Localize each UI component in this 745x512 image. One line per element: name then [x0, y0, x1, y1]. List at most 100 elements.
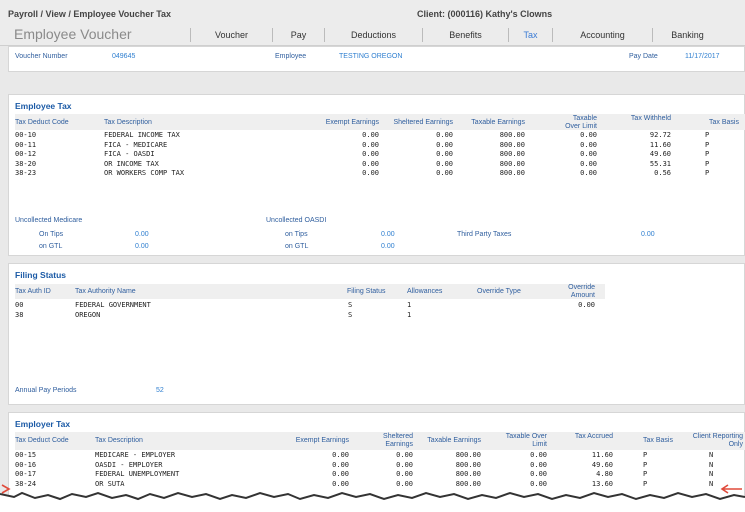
left-arrow-marker: [1, 484, 11, 494]
table-row-cell: 0.00: [580, 140, 597, 149]
col-tax-auth-id: Tax Auth ID: [15, 288, 51, 295]
table-row-cell: S: [348, 301, 353, 309]
tab-bar: Voucher Pay Deductions Benefits Tax Acco…: [190, 28, 722, 42]
medicare-on-gtl-value: 0.00: [135, 243, 149, 250]
table-row-cell: 00-12: [15, 150, 37, 158]
col-tax-basis: Tax Basis: [643, 437, 673, 444]
medicare-on-gtl-label: on GTL: [39, 243, 63, 250]
table-row-cell: 92.72: [649, 131, 671, 139]
right-arrow-marker: [720, 484, 742, 494]
table-row-cell: 0.00: [332, 460, 349, 469]
table-row-cell: 00: [15, 301, 24, 309]
col-tax-deduct-code: Tax Deduct Code: [15, 119, 69, 126]
table-row-cell: 1: [407, 311, 412, 319]
table-row-cell: 55.31: [649, 159, 671, 168]
table-row-cell: 800.00: [499, 169, 525, 177]
col-override-amount: Override Amount: [568, 284, 595, 299]
table-row-cell: 0.00: [332, 451, 349, 459]
table-row-cell: 800.00: [499, 131, 525, 139]
table-row-cell: 49.60: [649, 150, 671, 158]
table-row-cell: S: [348, 311, 353, 319]
table-row-cell: 0.00: [530, 470, 547, 478]
table-row-cell: 0.56: [654, 169, 671, 177]
table-row-cell: 1: [407, 301, 412, 309]
oasdi-on-gtl-label: on GTL: [285, 243, 309, 250]
filing-status-title: Filing Status: [15, 270, 66, 280]
col-taxable-earnings: Taxable Earnings: [427, 437, 481, 444]
tab-voucher[interactable]: Voucher: [190, 28, 272, 42]
table-row-cell: P: [643, 460, 648, 469]
col-tax-basis: Tax Basis: [709, 119, 739, 126]
pay-date-label: Pay Date: [629, 53, 658, 60]
table-row-cell: 00-10: [15, 131, 37, 139]
table-row-cell: 0.00: [580, 159, 597, 168]
table-row-cell: 0.00: [436, 150, 453, 158]
table-row-cell: 4.80: [596, 470, 613, 478]
table-row-cell: 11.60: [591, 451, 613, 459]
table-row-cell: 0.00: [578, 301, 595, 309]
table-row-cell: 0.00: [436, 140, 453, 149]
col-exempt-earnings: Exempt Earnings: [325, 119, 379, 126]
table-row-cell: P: [705, 131, 710, 139]
table-row-cell: N: [709, 470, 714, 478]
col-tax-description: Tax Description: [95, 437, 143, 444]
table-row-cell: 00-17: [15, 470, 37, 478]
uncollected-medicare-label: Uncollected Medicare: [15, 217, 83, 224]
table-row-cell: FICA - MEDICARE: [104, 140, 168, 149]
table-row-cell: 800.00: [455, 460, 481, 469]
table-row-cell: 0.00: [362, 150, 379, 158]
table-row-cell: 800.00: [455, 451, 481, 459]
employee-tax-title: Employee Tax: [15, 101, 72, 111]
voucher-info-panel: Voucher Number 049645 Employee TESTING O…: [8, 46, 745, 72]
oasdi-on-tips-value: 0.00: [381, 231, 395, 238]
col-taxable-over-limit: Taxable Over Limit: [565, 115, 597, 130]
table-row-cell: FEDERAL UNEMPLOYMENT: [95, 470, 180, 478]
tab-banking[interactable]: Banking: [652, 28, 722, 42]
employee-name[interactable]: TESTING OREGON: [339, 53, 402, 60]
tab-benefits[interactable]: Benefits: [422, 28, 508, 42]
col-exempt-earnings: Exempt Earnings: [295, 437, 349, 444]
table-row-cell: P: [643, 451, 648, 459]
table-row-cell: OR INCOME TAX: [104, 159, 159, 168]
table-row-cell: 00-16: [15, 460, 37, 469]
col-client-reporting-only: Client Reporting Only: [692, 433, 743, 448]
table-row-cell: 0.00: [396, 470, 413, 478]
table-row-cell: 800.00: [499, 140, 525, 149]
table-row-cell: 0.00: [362, 169, 379, 177]
table-row-cell: 0.00: [332, 470, 349, 478]
employee-tax-panel: Employee Tax Tax Deduct Code Tax Descrip…: [8, 94, 745, 256]
table-row-cell: OASDI - EMPLOYER: [95, 460, 163, 469]
table-row-cell: 0.00: [436, 169, 453, 177]
tab-accounting[interactable]: Accounting: [552, 28, 652, 42]
voucher-number[interactable]: 049645: [112, 53, 135, 60]
client-label: Client: (000116) Kathy's Clowns: [417, 9, 553, 19]
breadcrumb: Payroll / View / Employee Voucher Tax: [8, 9, 172, 19]
table-row-cell: 0.00: [362, 140, 379, 149]
table-row-cell: 38: [15, 311, 24, 319]
col-allowances: Allowances: [407, 288, 443, 295]
col-tax-deduct-code: Tax Deduct Code: [15, 437, 69, 444]
table-row-cell: 0.00: [580, 131, 597, 139]
employer-tax-title: Employer Tax: [15, 419, 71, 429]
col-tax-authority-name: Tax Authority Name: [75, 288, 136, 295]
pay-date: 11/17/2017: [685, 53, 720, 60]
table-row-cell: FEDERAL INCOME TAX: [104, 131, 180, 139]
table-row-cell: P: [705, 140, 710, 149]
table-row-cell: N: [709, 451, 714, 459]
tab-pay[interactable]: Pay: [272, 28, 324, 42]
table-row-cell: P: [705, 169, 710, 177]
voucher-number-label: Voucher Number: [15, 53, 68, 60]
medicare-on-tips-value: 0.00: [135, 231, 149, 238]
table-row-cell: 38-23: [15, 169, 37, 177]
tab-deductions[interactable]: Deductions: [324, 28, 422, 42]
annual-pay-periods-value: 52: [156, 387, 164, 394]
torn-edge-graphic: [0, 484, 745, 512]
table-row-cell: P: [705, 159, 710, 168]
table-row-cell: OREGON: [75, 311, 101, 319]
tab-tax[interactable]: Tax: [508, 28, 552, 42]
employee-label: Employee: [275, 53, 307, 60]
table-row-cell: N: [709, 460, 714, 469]
table-row-cell: 0.00: [580, 169, 597, 177]
third-party-taxes-value: 0.00: [641, 231, 655, 238]
table-row-cell: 00-15: [15, 451, 37, 459]
